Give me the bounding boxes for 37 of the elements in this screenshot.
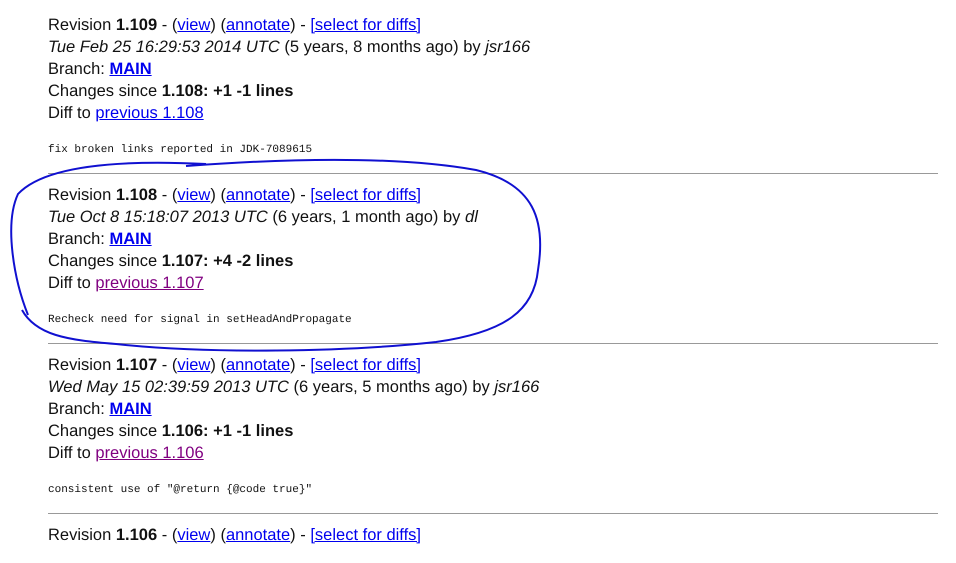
revision-link[interactable]: [select for diffs] [310, 16, 422, 34]
revision-link[interactable]: [select for diffs] [310, 186, 422, 204]
revision-link[interactable]: annotate [226, 16, 290, 34]
revision-link[interactable]: [select for diffs] [310, 356, 422, 374]
diff-link[interactable]: previous 1.107 [95, 274, 204, 292]
revision-line: Revision 1.109 - (view) (annotate) - [select for diffs] [48, 15, 422, 36]
revision-link[interactable]: annotate [226, 356, 290, 374]
changes-text: Changes since 1.107: +4 -2 lines [48, 251, 294, 272]
changes-text: Changes since 1.108: +1 -1 lines [48, 81, 294, 102]
revision-date-line: Wed May 15 02:39:59 2013 UTC (6 years, 5 months ago) by jsr166 [48, 377, 540, 398]
diff-link[interactable]: previous 1.108 [95, 104, 204, 122]
revision-line: Revision 1.106 - (view) (annotate) - [select for diffs] [48, 525, 422, 546]
revision-link[interactable]: view [177, 356, 210, 374]
commit-message: consistent use of "@return {@code true}" [48, 483, 312, 497]
branch-link[interactable]: MAIN [109, 230, 152, 248]
revision-date-line: Tue Oct 8 15:18:07 2013 UTC (6 years, 1 month ago) by dl [48, 207, 478, 228]
branch-link[interactable]: MAIN [109, 60, 152, 78]
revision-line: Revision 1.108 - (view) (annotate) - [select for diffs] [48, 185, 422, 206]
revision-link[interactable]: view [177, 526, 210, 544]
diff-line: Diff to previous 1.107 [48, 273, 204, 294]
changes-text: Changes since 1.106: +1 -1 lines [48, 421, 294, 442]
diff-line: Diff to previous 1.108 [48, 103, 204, 124]
branch-line: Branch: MAIN [48, 59, 152, 80]
branch-link[interactable]: MAIN [109, 400, 152, 418]
revision-link[interactable]: annotate [226, 186, 290, 204]
revision-link[interactable]: view [177, 16, 210, 34]
branch-line: Branch: MAIN [48, 399, 152, 420]
commit-message: Recheck need for signal in setHeadAndPropagate [48, 313, 352, 327]
commit-message: fix broken links reported in JDK-7089615 [48, 143, 312, 157]
revision-date-line: Tue Feb 25 16:29:53 2014 UTC (5 years, 8 months ago) by jsr166 [48, 37, 530, 58]
revision-line: Revision 1.107 - (view) (annotate) - [select for diffs] [48, 355, 422, 376]
revision-link[interactable]: annotate [226, 526, 290, 544]
revision-link[interactable]: view [177, 186, 210, 204]
revision-link[interactable]: [select for diffs] [310, 526, 422, 544]
diff-link[interactable]: previous 1.106 [95, 444, 204, 462]
diff-line: Diff to previous 1.106 [48, 443, 204, 464]
branch-line: Branch: MAIN [48, 229, 152, 250]
